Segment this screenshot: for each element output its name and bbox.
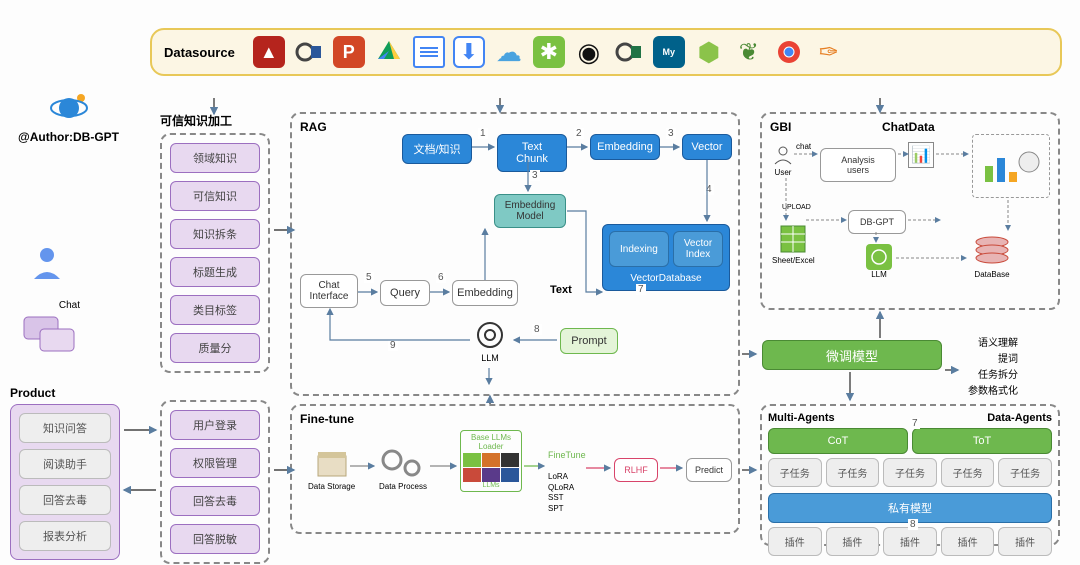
subtask: 子任务: [998, 458, 1052, 487]
pdf-icon: ▲: [253, 36, 285, 68]
download-icon: ⬇: [453, 36, 485, 68]
feather-icon: ✑: [813, 36, 845, 68]
product-title: Product: [10, 386, 120, 400]
chrome-icon: [773, 36, 805, 68]
knowledge-column: 可信知识加工 领域知识 可信知识 知识拆条 标题生成 类目标签 质量分: [160, 112, 270, 373]
chat-block: Chat: [20, 300, 80, 360]
admin-item: 权限管理: [170, 448, 260, 478]
subtask: 子任务: [883, 458, 937, 487]
datasource-bar: Datasource ▲ P ⬇ ☁ ✱ ◉ My ⬢ ❦ ✑: [150, 28, 1062, 76]
mysql-icon: My: [653, 36, 685, 68]
datasource-label: Datasource: [164, 45, 235, 60]
finetune-box: Fine-tune Data Storage Data Process Base…: [290, 404, 740, 534]
excel-gear-icon: [613, 36, 645, 68]
agents-box: Multi-Agents Data-Agents CoT ToT 7 子任务 子…: [760, 404, 1060, 546]
ft-arrows: [292, 406, 742, 536]
knowledge-item: 类目标签: [170, 295, 260, 325]
subtask: 子任务: [768, 458, 822, 487]
product-item: 阅读助手: [19, 449, 111, 479]
knowledge-title: 可信知识加工: [160, 112, 270, 129]
gbi-arrows: [762, 114, 1062, 312]
cloud-icon: ☁: [493, 36, 525, 68]
plugin: 插件: [826, 527, 880, 556]
plugin: 插件: [998, 527, 1052, 556]
word-gear-icon: [293, 36, 325, 68]
plugin: 插件: [768, 527, 822, 556]
database-icon: ⬢: [693, 36, 725, 68]
rag-box: RAG 文档/知识 Text Chunk Embedding Vector Em…: [290, 112, 740, 396]
admin-item: 用户登录: [170, 410, 260, 440]
chat-label: Chat: [20, 300, 80, 311]
tot-pill: ToT: [912, 428, 1052, 454]
author-label: @Author:DB-GPT: [18, 130, 119, 144]
drive-icon: [373, 36, 405, 68]
knowledge-item: 可信知识: [170, 181, 260, 211]
ppt-icon: P: [333, 36, 365, 68]
logo-icon: [47, 90, 91, 126]
rag-arrows: [292, 114, 742, 398]
product-item: 知识问答: [19, 413, 111, 443]
product-item: 回答去毒: [19, 485, 111, 515]
github-icon: ◉: [573, 36, 605, 68]
mongodb-icon: ❦: [733, 36, 765, 68]
subtask: 子任务: [941, 458, 995, 487]
author-block: @Author:DB-GPT: [18, 90, 119, 144]
semantics-list: 语义理解 提词 任务拆分 参数格式化: [968, 336, 1018, 400]
product-item: 报表分析: [19, 521, 111, 551]
admin-column: 用户登录 权限管理 回答去毒 回答脱敏: [160, 400, 270, 564]
user-icon: [30, 245, 64, 282]
cot-pill: CoT: [768, 428, 908, 454]
knowledge-item: 领域知识: [170, 143, 260, 173]
knowledge-item: 质量分: [170, 333, 260, 363]
gbi-box: GBI ChatData User chat Analysis users 📊 …: [760, 112, 1060, 310]
agents-title: Multi-Agents: [768, 412, 835, 424]
list-doc-icon: [413, 36, 445, 68]
subtask: 子任务: [826, 458, 880, 487]
admin-item: 回答去毒: [170, 486, 260, 516]
plugin: 插件: [883, 527, 937, 556]
knowledge-item: 标题生成: [170, 257, 260, 287]
evernote-icon: ✱: [533, 36, 565, 68]
data-agents-title: Data-Agents: [987, 412, 1052, 424]
plugin: 插件: [941, 527, 995, 556]
admin-item: 回答脱敏: [170, 524, 260, 554]
knowledge-item: 知识拆条: [170, 219, 260, 249]
product-column: Product 知识问答 阅读助手 回答去毒 报表分析: [10, 386, 120, 560]
chat-bubbles-icon: [20, 313, 80, 357]
tune-button[interactable]: 微调模型: [762, 340, 942, 370]
